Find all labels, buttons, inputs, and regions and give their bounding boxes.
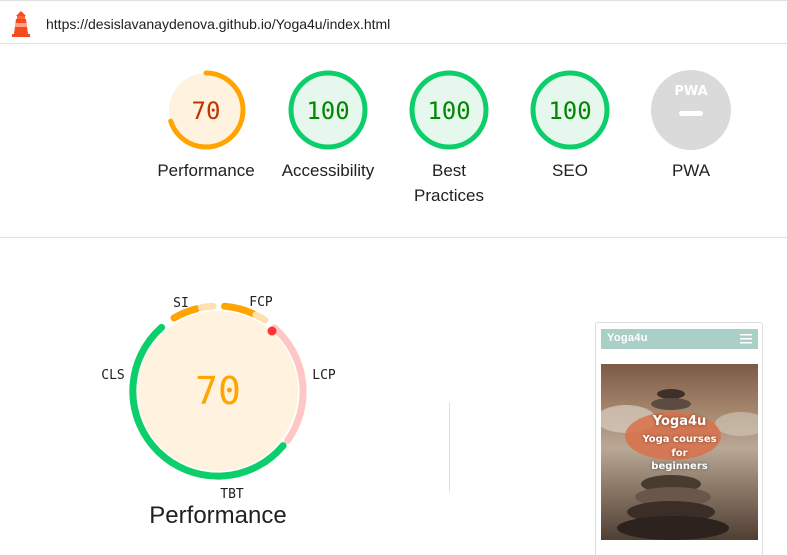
lcp-marker-dot <box>267 326 277 336</box>
metric-label-lcp: LCP <box>312 368 336 383</box>
hamburger-menu-icon <box>740 334 752 344</box>
metric-label-cls: CLS <box>101 368 124 383</box>
gauge-pwa[interactable]: PWA PWA <box>636 68 746 183</box>
performance-score-ring: 70 <box>166 70 246 150</box>
gauge-accessibility[interactable]: 100 Accessibility <box>273 68 383 183</box>
metric-label-tbt: TBT <box>220 487 244 502</box>
gauge-label-pwa: PWA <box>671 161 711 180</box>
seo-score: 100 <box>548 97 591 125</box>
report-url-link[interactable]: https://desislavanaydenova.github.io/Yog… <box>46 16 390 32</box>
hero-line-3: beginners <box>651 461 708 472</box>
seo-score-ring: 100 <box>530 70 610 150</box>
metric-label-si: SI <box>173 296 189 311</box>
gauge-label-seo: SEO <box>552 161 588 180</box>
thumbnail-brand: Yoga4u <box>607 332 648 344</box>
hero-line-1: Yoga courses <box>642 434 717 445</box>
gauge-performance[interactable]: 70 Performance <box>151 68 261 183</box>
gauge-label-best-practices: Best Practices <box>394 158 504 208</box>
report-topbar: https://desislavanaydenova.github.io/Yog… <box>0 0 787 44</box>
gauge-label-accessibility: Accessibility <box>281 161 375 180</box>
hero-line-2: for <box>671 448 688 459</box>
metric-label-fcp: FCP <box>249 295 273 310</box>
performance-score: 70 <box>192 97 221 125</box>
best-practices-score: 100 <box>427 97 470 125</box>
thumbnail-hero-image: Yoga4u Yoga courses for beginners <box>601 364 758 540</box>
performance-big-score: 70 <box>195 369 241 413</box>
section-divider <box>449 402 450 492</box>
pwa-badge-text: PWA <box>674 84 707 99</box>
thumbnail-navbar: Yoga4u <box>601 329 758 349</box>
lighthouse-logo-icon <box>12 11 30 37</box>
pwa-badge-icon: PWA <box>651 70 731 150</box>
gauge-best-practices[interactable]: 100 Best Practices <box>394 68 504 208</box>
accessibility-score-ring: 100 <box>288 70 368 150</box>
gauge-seo[interactable]: 100 SEO <box>515 68 625 183</box>
accessibility-score: 100 <box>306 97 349 125</box>
performance-metrics-gauge: SI FCP LCP CLS TBT 70 <box>101 295 336 502</box>
hero-title: Yoga4u <box>652 414 707 429</box>
final-screenshot-thumbnail[interactable]: Yoga4u Yoga4u Yoga courses for beginners <box>595 322 763 555</box>
best-practices-score-ring: 100 <box>409 70 489 150</box>
gauge-label-performance: Performance <box>157 161 255 180</box>
category-gauges: 70 Performance 100 Accessibility 100 Bes… <box>0 44 787 238</box>
gauge-label-best-line2: Practices <box>414 186 484 205</box>
gauge-label-best-line1: Best <box>431 161 467 180</box>
performance-section-title: Performance <box>149 502 287 529</box>
